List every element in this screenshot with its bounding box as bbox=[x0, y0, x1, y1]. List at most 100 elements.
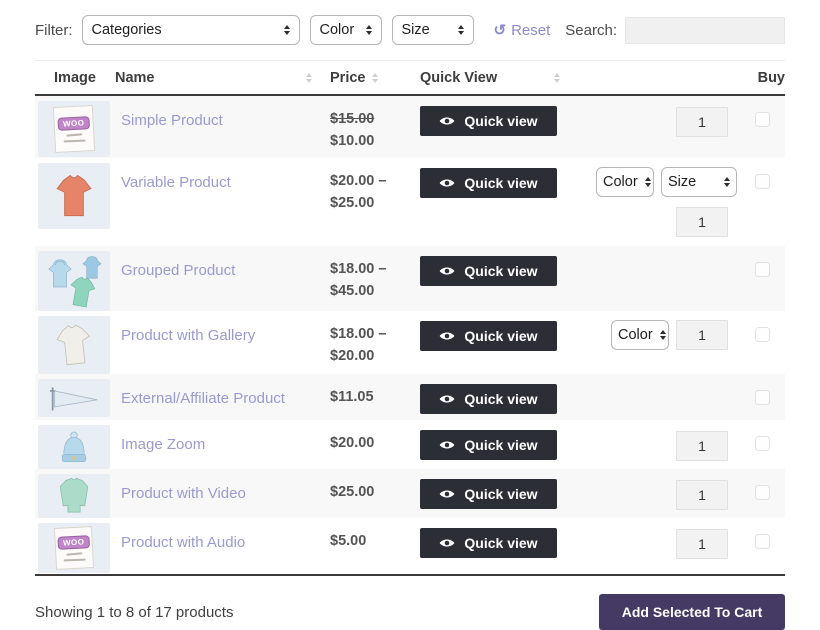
buy-checkbox[interactable] bbox=[755, 262, 770, 277]
table-row: Product with Gallery $18.00 – $20.00 Qui… bbox=[35, 311, 785, 374]
quantity-input[interactable] bbox=[676, 207, 728, 237]
product-name-link[interactable]: Product with Audio bbox=[115, 523, 330, 551]
header-quick-view[interactable]: Quick View bbox=[420, 70, 578, 86]
buy-checkbox[interactable] bbox=[755, 112, 770, 127]
row-color-select[interactable]: Color bbox=[611, 320, 669, 350]
eye-icon bbox=[440, 441, 455, 449]
filter-bar: Filter: Categories Color Size ↺ Reset Se… bbox=[35, 14, 785, 46]
add-selected-to-cart-button[interactable]: Add Selected To Cart bbox=[599, 594, 785, 630]
table-row: WOO Simple Product $15.00 $10.00 Quick v… bbox=[35, 96, 785, 158]
table-row: External/Affiliate Product $11.05 Quick … bbox=[35, 374, 785, 420]
sort-icon bbox=[306, 72, 312, 83]
product-image-hoodie-and-tshirt bbox=[38, 251, 110, 311]
product-price: $15.00 $10.00 bbox=[330, 111, 375, 150]
categories-filter-value: Categories bbox=[91, 22, 162, 38]
row-color-select[interactable]: Color bbox=[596, 167, 654, 197]
table-footer: Showing 1 to 8 of 17 products Add Select… bbox=[35, 594, 785, 630]
product-name-link[interactable]: Simple Product bbox=[115, 101, 330, 129]
quantity-input[interactable] bbox=[676, 529, 728, 559]
quantity-input[interactable] bbox=[676, 480, 728, 510]
product-name-link[interactable]: Variable Product bbox=[115, 163, 330, 191]
eye-icon bbox=[440, 117, 455, 125]
product-image-woo-poster: WOO bbox=[38, 523, 110, 573]
product-price: $20.00 – $25.00 bbox=[330, 173, 387, 212]
quick-view-button[interactable]: Quick view bbox=[420, 430, 557, 460]
product-price: $20.00 bbox=[330, 435, 375, 451]
woo-logo: WOO bbox=[57, 534, 90, 550]
select-caret-icon bbox=[451, 24, 464, 36]
quick-view-button[interactable]: Quick view bbox=[420, 321, 557, 351]
quick-view-button[interactable]: Quick view bbox=[420, 384, 557, 414]
table-row: Variable Product $20.00 – $25.00 Quick v… bbox=[35, 158, 785, 246]
select-caret-icon bbox=[638, 176, 651, 188]
eye-icon bbox=[440, 179, 455, 187]
header-buy: Buy bbox=[757, 69, 785, 86]
product-image-coral-tshirt bbox=[38, 163, 110, 229]
eye-icon bbox=[440, 395, 455, 403]
header-image: Image bbox=[54, 69, 96, 86]
product-image-blue-beanie bbox=[38, 425, 110, 469]
filter-label: Filter: bbox=[35, 21, 73, 39]
product-price: $18.00 – $20.00 bbox=[330, 326, 387, 365]
product-name-link[interactable]: Image Zoom bbox=[115, 425, 330, 453]
select-caret-icon bbox=[359, 24, 372, 36]
table-row: Grouped Product $18.00 – $45.00 Quick vi… bbox=[35, 246, 785, 311]
search-box: Search: bbox=[565, 16, 785, 44]
quick-view-button[interactable]: Quick view bbox=[420, 256, 557, 286]
product-image-teal-longsleeve bbox=[38, 474, 110, 518]
color-filter-value: Color bbox=[319, 22, 355, 38]
buy-checkbox[interactable] bbox=[755, 485, 770, 500]
product-name-link[interactable]: Product with Gallery bbox=[115, 316, 330, 344]
select-caret-icon bbox=[653, 329, 666, 341]
eye-icon bbox=[440, 490, 455, 498]
product-price: $5.00 bbox=[330, 533, 367, 549]
quantity-input[interactable] bbox=[676, 320, 728, 350]
categories-filter-select[interactable]: Categories bbox=[81, 15, 300, 45]
product-image-woo-poster: WOO bbox=[38, 101, 110, 157]
reset-button[interactable]: ↺ Reset bbox=[494, 22, 551, 39]
table-body: WOO Simple Product $15.00 $10.00 Quick v… bbox=[35, 96, 785, 576]
quick-view-button[interactable]: Quick view bbox=[420, 168, 557, 198]
reset-label: Reset bbox=[511, 21, 551, 39]
header-name[interactable]: Name bbox=[115, 70, 330, 86]
product-image-white-tshirt bbox=[38, 316, 110, 374]
buy-checkbox[interactable] bbox=[755, 390, 770, 405]
product-price: $25.00 bbox=[330, 484, 375, 500]
reset-icon: ↺ bbox=[493, 21, 507, 39]
sort-icon bbox=[554, 72, 560, 83]
eye-icon bbox=[440, 332, 455, 340]
search-input[interactable] bbox=[625, 16, 785, 44]
eye-icon bbox=[440, 539, 455, 547]
header-price[interactable]: Price bbox=[330, 70, 420, 86]
quantity-input[interactable] bbox=[676, 107, 728, 137]
table-row: WOO Product with Audio $5.00 Quick view bbox=[35, 518, 785, 574]
quantity-input[interactable] bbox=[676, 431, 728, 461]
search-label: Search: bbox=[565, 21, 617, 39]
select-caret-icon bbox=[277, 24, 290, 36]
table-row: Image Zoom $20.00 Quick view bbox=[35, 420, 785, 469]
showing-count: Showing 1 to 8 of 17 products bbox=[35, 603, 234, 621]
product-price: $18.00 – $45.00 bbox=[330, 261, 387, 300]
select-caret-icon bbox=[717, 176, 730, 188]
product-price: $11.05 bbox=[330, 389, 374, 405]
product-table-page: Filter: Categories Color Size ↺ Reset Se… bbox=[0, 0, 820, 630]
sort-icon bbox=[372, 72, 379, 83]
product-name-link[interactable]: Grouped Product bbox=[115, 251, 330, 279]
size-filter-value: Size bbox=[401, 22, 430, 38]
buy-checkbox[interactable] bbox=[755, 174, 770, 189]
eye-icon bbox=[440, 267, 455, 275]
quick-view-button[interactable]: Quick view bbox=[420, 106, 557, 136]
buy-checkbox[interactable] bbox=[755, 327, 770, 342]
color-filter-select[interactable]: Color bbox=[309, 15, 382, 45]
table-header: Image Name Price Quick View Buy bbox=[35, 60, 785, 96]
buy-checkbox[interactable] bbox=[755, 436, 770, 451]
product-image-pennant-flag bbox=[38, 379, 110, 417]
quick-view-button[interactable]: Quick view bbox=[420, 479, 557, 509]
product-name-link[interactable]: External/Affiliate Product bbox=[115, 379, 330, 407]
buy-checkbox[interactable] bbox=[755, 534, 770, 549]
table-row: Product with Video $25.00 Quick view bbox=[35, 469, 785, 518]
size-filter-select[interactable]: Size bbox=[391, 15, 474, 45]
quick-view-button[interactable]: Quick view bbox=[420, 528, 557, 558]
row-size-select[interactable]: Size bbox=[661, 167, 737, 197]
product-name-link[interactable]: Product with Video bbox=[115, 474, 330, 502]
